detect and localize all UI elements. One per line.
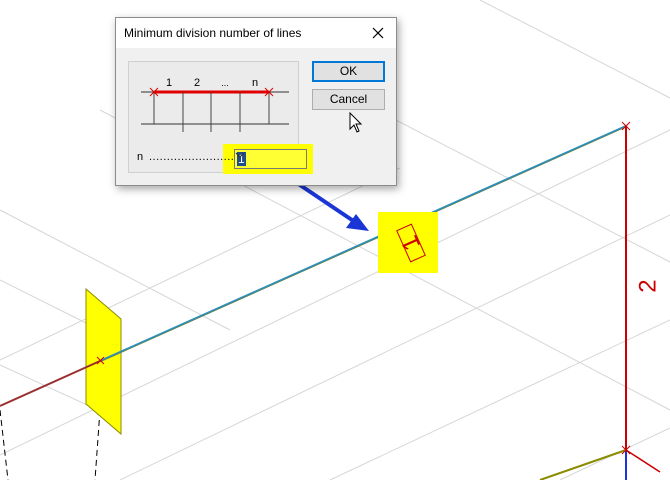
dashed-supports — [0, 409, 101, 480]
member-left-segment[interactable] — [0, 360, 101, 407]
preview-label-1: 1 — [166, 77, 172, 89]
n-label: n — [137, 151, 144, 163]
dialog-titlebar[interactable]: Minimum division number of lines — [116, 18, 396, 48]
cancel-button[interactable]: Cancel — [312, 89, 385, 110]
preview-label-2: 2 — [194, 77, 200, 89]
min-division-dialog: Minimum division number of lines 1 2 ...… — [115, 17, 397, 186]
chevron-down-icon[interactable] — [235, 150, 245, 160]
close-icon — [372, 27, 384, 39]
line-number-2[interactable]: 2 — [635, 279, 662, 292]
preview-label-ellipsis: ... — [221, 78, 229, 88]
close-button[interactable] — [360, 18, 396, 48]
axis-y-red — [625, 449, 661, 473]
division-preview: 1 2 ... n n ............................… — [128, 61, 313, 174]
axis-x-olive — [539, 449, 627, 480]
ok-button[interactable]: OK — [312, 61, 385, 82]
pointer-arrow — [295, 181, 369, 231]
mouse-cursor-icon — [349, 112, 363, 133]
n-select[interactable]: 1 — [234, 149, 307, 169]
preview-label-n: n — [252, 77, 258, 89]
dialog-title: Minimum division number of lines — [124, 26, 302, 40]
support-plane[interactable] — [85, 287, 122, 436]
